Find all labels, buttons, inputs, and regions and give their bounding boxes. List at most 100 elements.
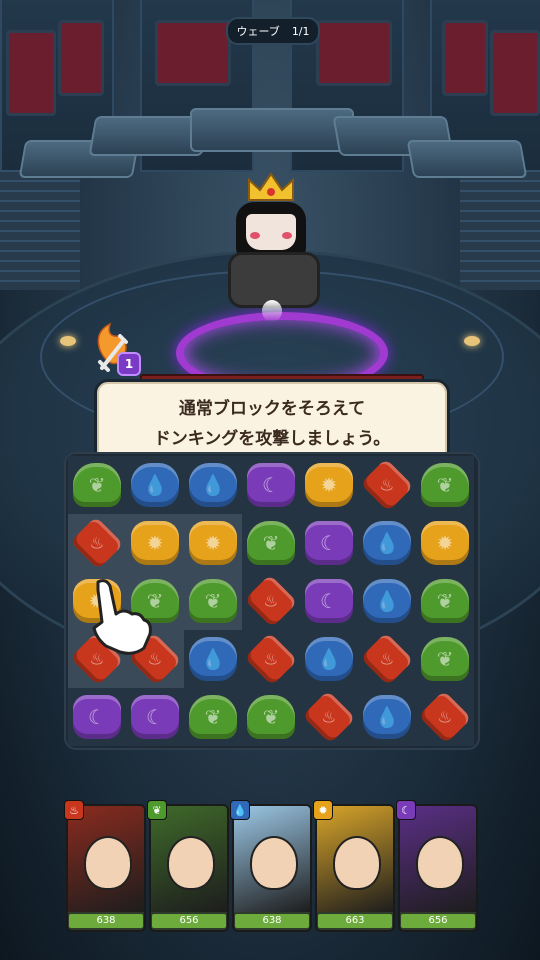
board-cell[interactable]: 💧 [358,688,416,746]
water-symbol-icon: 💧 [200,647,226,671]
battle-scene: ウェーブ 1/1 1 通常ブロックをそろえて ドンキングを攻撃しましょう。 ❦ 💧… [0,0,540,960]
hp-value: 638 [262,915,282,926]
team-member-card[interactable]: 656 [398,804,478,932]
board-cell[interactable]: ☾ [300,572,358,630]
moon-block[interactable]: ☾ [131,695,179,739]
hp-value: 638 [96,915,116,926]
team-member-card[interactable]: 638 [66,804,146,932]
water-symbol-icon: 💧 [374,705,400,729]
fire-block[interactable]: ♨ [360,632,414,686]
leaf-symbol-icon: ❦ [436,473,454,497]
fire-block[interactable]: ♨ [418,690,472,744]
top-hat-hero-portrait [400,806,476,912]
leaf-block[interactable]: ❦ [421,637,469,681]
board-cell[interactable]: ♨ [242,630,300,688]
board-cell[interactable]: ✹ [126,514,184,572]
sun-block[interactable]: ✹ [189,521,237,565]
water-block[interactable]: 💧 [305,637,353,681]
board-cell[interactable]: ♨ [300,688,358,746]
board-cell[interactable]: ✹ [416,514,474,572]
water-block[interactable]: 💧 [363,579,411,623]
leaf-symbol-icon: ❦ [262,705,280,729]
board-cell[interactable]: 💧 [184,456,242,514]
board-cell[interactable]: ♨ [358,456,416,514]
water-block[interactable]: 💧 [363,521,411,565]
monitor-screen [6,30,56,116]
moon-block[interactable]: ☾ [73,695,121,739]
control-console [406,140,528,178]
board-cell[interactable]: ✹ [300,456,358,514]
moon-block[interactable]: ☾ [247,463,295,507]
moon-block[interactable]: ☾ [305,579,353,623]
water-block[interactable]: 💧 [363,695,411,739]
board-cell[interactable]: ❦ [68,456,126,514]
sun-symbol-icon: ✹ [146,531,164,555]
board-cell[interactable]: ❦ [184,688,242,746]
team-member-card[interactable]: 663 [315,804,395,932]
board-cell[interactable]: ❦ [184,572,242,630]
board-cell[interactable]: ❦ [416,630,474,688]
wave-count: 1/1 [291,24,310,38]
board-cell[interactable]: ☾ [242,456,300,514]
board-cell[interactable]: ❦ [416,456,474,514]
board-cell[interactable]: 💧 [358,572,416,630]
board-cell[interactable]: ☾ [68,688,126,746]
board-cell[interactable]: ♨ [358,630,416,688]
leaf-block[interactable]: ❦ [421,579,469,623]
board-cell[interactable]: 💧 [126,456,184,514]
fire-symbol-icon: ♨ [437,707,453,727]
leaf-block[interactable]: ❦ [189,695,237,739]
board-cell[interactable]: ❦ [416,572,474,630]
blue-hair-girl-portrait [234,806,310,912]
board-cell[interactable]: 💧 [300,630,358,688]
hp-value: 656 [179,915,199,926]
hero-face [416,836,464,890]
team-member-card[interactable]: 656 [149,804,229,932]
floor-lamp [464,336,480,346]
board-cell[interactable]: 💧 [184,630,242,688]
water-symbol-icon: 💧 [374,531,400,555]
leaf-symbol-icon: ❦ [204,705,222,729]
leaf-block[interactable]: ❦ [421,463,469,507]
fire-block[interactable]: ♨ [360,458,414,512]
fire-element-icon: ♨ [64,800,84,820]
boss-blush [282,232,292,239]
board-cell[interactable]: ☾ [300,514,358,572]
moon-block[interactable]: ☾ [305,521,353,565]
curly-hair-hero-portrait [68,806,144,912]
fire-block[interactable]: ♨ [302,690,356,744]
fire-block[interactable]: ♨ [244,632,298,686]
don-king-boss[interactable] [222,172,322,332]
moon-symbol-icon: ☾ [320,531,338,555]
sun-block[interactable]: ✹ [305,463,353,507]
monitor-screen [316,20,392,86]
board-cell[interactable]: ♨ [416,688,474,746]
team-member-card[interactable]: 638 [232,804,312,932]
sun-block[interactable]: ✹ [421,521,469,565]
leaf-block[interactable]: ❦ [189,579,237,623]
floor-lamp [60,336,76,346]
fire-block[interactable]: ♨ [244,574,298,628]
board-cell[interactable]: 💧 [358,514,416,572]
water-symbol-icon: 💧 [200,473,226,497]
leaf-block[interactable]: ❦ [247,695,295,739]
water-block[interactable]: 💧 [189,637,237,681]
tooltip-line-2: ドンキングを攻撃しましょう。 [153,429,391,449]
moon-symbol-icon: ☾ [146,705,164,729]
hero-face [333,836,381,890]
board-cell[interactable]: ❦ [242,688,300,746]
board-cell[interactable]: ☾ [126,688,184,746]
board-cell[interactable]: ♨ [242,572,300,630]
leaf-symbol-icon: ❦ [204,589,222,613]
board-cell[interactable]: ✹ [184,514,242,572]
board-cell[interactable]: ❦ [242,514,300,572]
leaf-block[interactable]: ❦ [73,463,121,507]
fire-block[interactable]: ♨ [70,516,124,570]
water-block[interactable]: 💧 [131,463,179,507]
water-symbol-icon: 💧 [142,473,168,497]
water-block[interactable]: 💧 [189,463,237,507]
sun-symbol-icon: ✹ [320,473,338,497]
leaf-block[interactable]: ❦ [247,521,295,565]
board-cell[interactable]: ♨ [68,514,126,572]
sun-block[interactable]: ✹ [131,521,179,565]
